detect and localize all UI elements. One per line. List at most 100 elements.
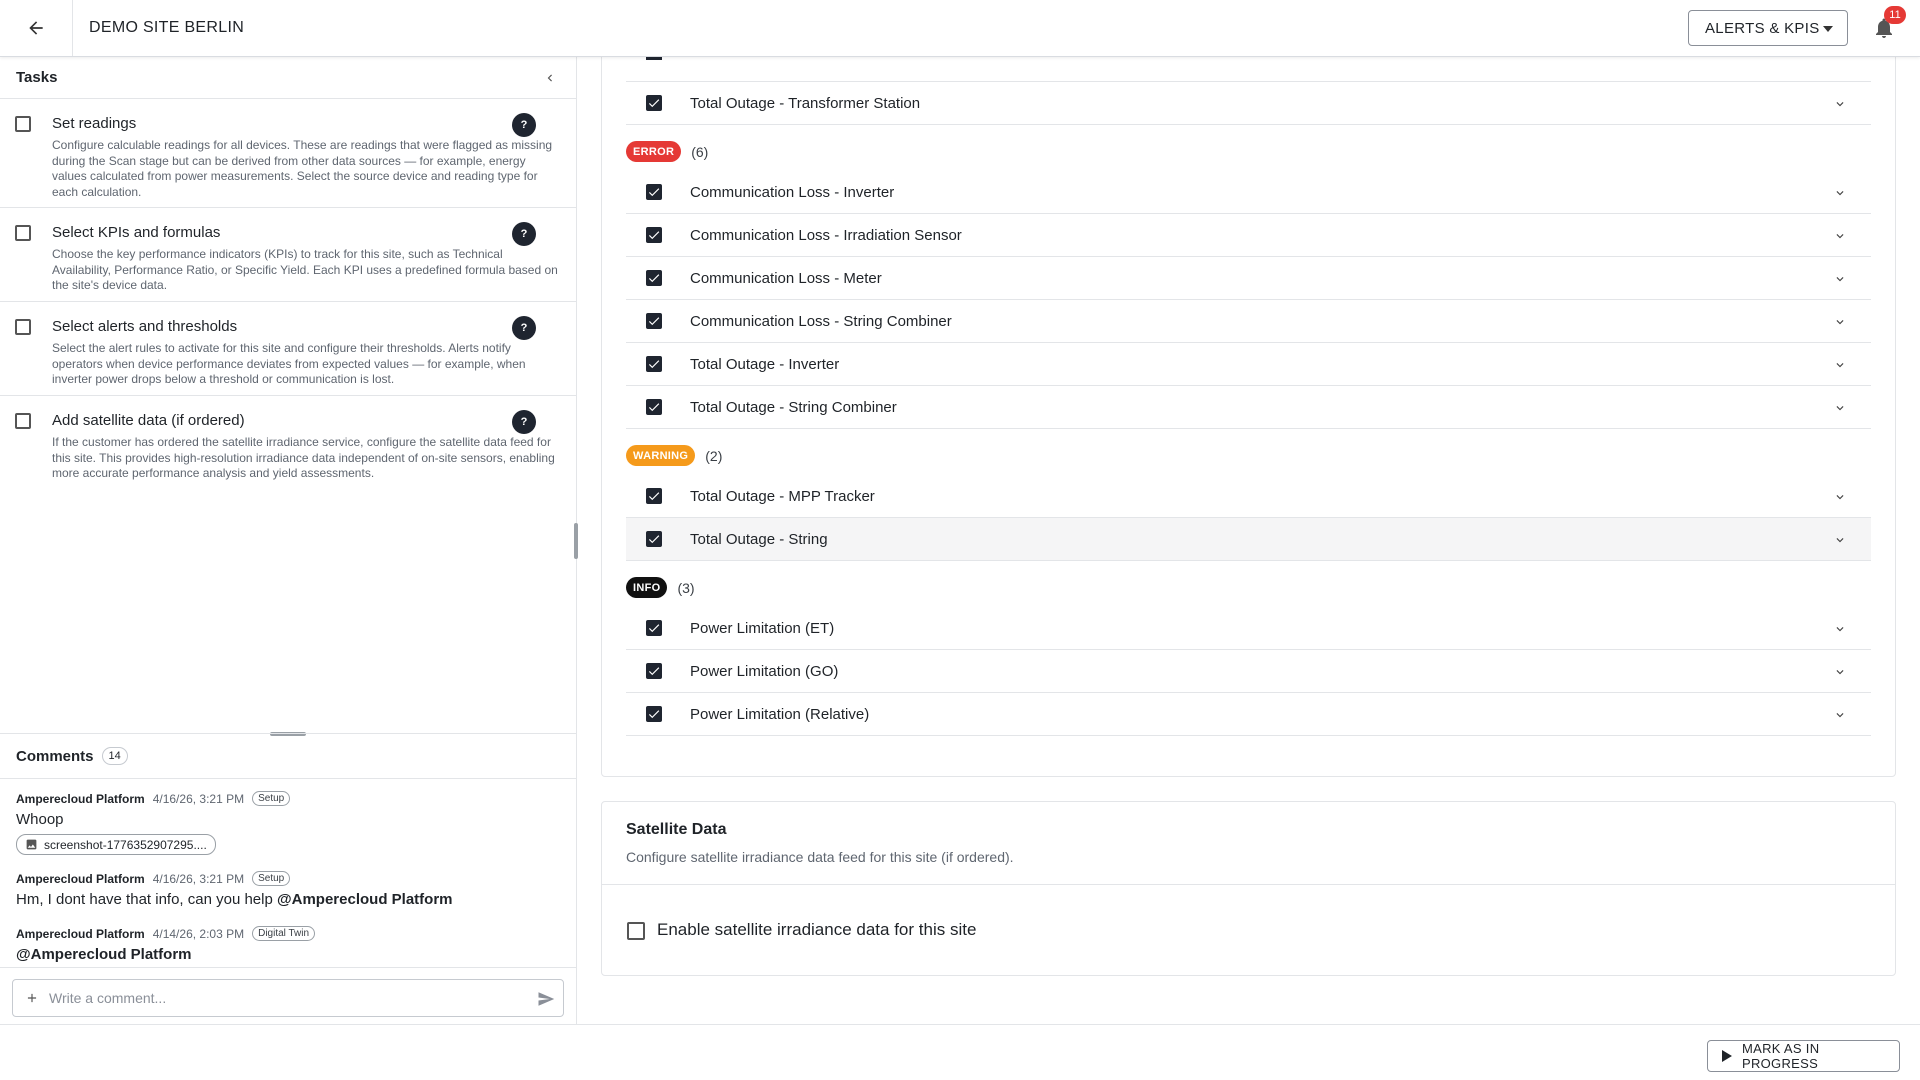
- alert-row[interactable]: Communication Loss - Inverter: [626, 171, 1871, 214]
- plus-icon[interactable]: [25, 991, 39, 1005]
- chevron-down-icon[interactable]: [1833, 315, 1847, 329]
- alert-row[interactable]: Total Outage - String: [626, 518, 1871, 561]
- chevron-down-icon[interactable]: [1833, 490, 1847, 504]
- checked-checkbox[interactable]: [646, 313, 662, 329]
- alert-row[interactable]: Communication Loss - Irradiation Sensor: [626, 214, 1871, 257]
- help-icon[interactable]: ?: [512, 113, 536, 137]
- alert-row[interactable]: Total Outage - Inverter: [626, 343, 1871, 386]
- checked-checkbox[interactable]: [646, 531, 662, 547]
- alert-label: Communication Loss - Inverter: [690, 183, 895, 201]
- severity-badge-info: INFO: [626, 577, 668, 598]
- comment-text: Hm, I dont have that info, can you help: [16, 891, 277, 908]
- comment-attachment[interactable]: screenshot-1776352907295....: [16, 834, 216, 855]
- severity-count: (6): [691, 143, 709, 160]
- comment-item: Amperecloud Platform 4/16/26, 3:21 PM Se…: [16, 871, 566, 908]
- task-checkbox[interactable]: [15, 225, 31, 241]
- help-icon[interactable]: ?: [512, 316, 536, 340]
- severity-group-header: WARNING (2): [626, 445, 722, 466]
- alert-row[interactable]: Total Outage - Transformer Station: [626, 82, 1871, 125]
- task-title: Add satellite data (if ordered): [52, 412, 245, 429]
- severity-badge-error: ERROR: [626, 141, 682, 162]
- alert-label: Power Limitation (GO): [690, 662, 839, 680]
- severity-group-header: ERROR (6): [626, 141, 708, 162]
- chevron-down-icon[interactable]: [1833, 533, 1847, 547]
- alert-row[interactable]: Communication Loss - Meter: [626, 257, 1871, 300]
- view-selector-dropdown[interactable]: ALERTS & KPIS: [1688, 10, 1848, 46]
- comment-author: Amperecloud Platform: [16, 791, 145, 806]
- top-header: DEMO SITE BERLIN ALERTS & KPIS 11: [0, 0, 1920, 57]
- image-icon: [26, 839, 37, 850]
- alert-row[interactable]: Power Limitation (Relative): [626, 693, 1871, 736]
- alert-label: Power Limitation (Relative): [690, 705, 870, 723]
- checked-checkbox[interactable]: [646, 620, 662, 636]
- checked-checkbox[interactable]: [646, 488, 662, 504]
- comment-input[interactable]: [49, 990, 519, 1006]
- mark-in-progress-button[interactable]: MARK AS IN PROGRESS: [1707, 1040, 1900, 1072]
- task-item: Select KPIs and formulas Choose the key …: [0, 208, 576, 302]
- severity-count: (2): [705, 447, 723, 464]
- chevron-down-icon[interactable]: [1833, 186, 1847, 200]
- chevron-down-icon[interactable]: [1833, 665, 1847, 679]
- horizontal-resize-handle[interactable]: [574, 523, 578, 559]
- collapse-panel-button[interactable]: [540, 68, 560, 88]
- task-description: Configure calculable readings for all de…: [52, 138, 553, 199]
- comment-mention[interactable]: @Amperecloud Platform: [277, 891, 453, 908]
- checked-checkbox[interactable]: [646, 184, 662, 200]
- comment-input-box: [12, 979, 564, 1017]
- back-button[interactable]: [0, 0, 73, 56]
- checked-checkbox[interactable]: [646, 227, 662, 243]
- alert-row[interactable]: Power Limitation (GO): [626, 650, 1871, 693]
- chevron-left-icon: [547, 74, 552, 81]
- chevron-down-icon[interactable]: [1833, 358, 1847, 372]
- severity-count: (3): [677, 579, 695, 596]
- alert-row[interactable]: Total Outage - String Combiner: [626, 386, 1871, 429]
- send-icon[interactable]: [537, 990, 555, 1008]
- comment-author: Amperecloud Platform: [16, 871, 145, 886]
- help-icon[interactable]: ?: [512, 410, 536, 434]
- alert-row[interactable]: Communication Loss - String Combiner: [626, 300, 1871, 343]
- attachment-filename: screenshot-1776352907295....: [44, 837, 207, 852]
- task-item: Select alerts and thresholds Select the …: [0, 302, 576, 396]
- notification-badge: 11: [1884, 6, 1906, 24]
- chevron-down-icon[interactable]: [1833, 401, 1847, 415]
- chevron-down-icon[interactable]: [1833, 622, 1847, 636]
- alert-label: Total Outage - Inverter: [690, 355, 840, 373]
- alert-label: Total Outage - String Combiner: [690, 398, 897, 416]
- arrow-left-icon: [29, 21, 43, 35]
- checked-checkbox[interactable]: [646, 356, 662, 372]
- comment-time: 4/16/26, 3:21 PM: [152, 791, 245, 806]
- task-checkbox[interactable]: [15, 413, 31, 429]
- help-icon[interactable]: ?: [512, 222, 536, 246]
- comment-stage-tag: Digital Twin: [252, 926, 316, 941]
- alert-row[interactable]: Power Limitation (ET): [626, 607, 1871, 650]
- satellite-enable-label[interactable]: Enable satellite irradiance data for thi…: [657, 920, 976, 940]
- checked-checkbox[interactable]: [646, 663, 662, 679]
- footer-bar: MARK AS IN PROGRESS: [0, 1024, 1920, 1080]
- satellite-title: Satellite Data: [626, 821, 727, 838]
- task-title: Set readings: [52, 115, 137, 132]
- chevron-down-icon[interactable]: [1833, 272, 1847, 286]
- alert-label: Communication Loss - Meter: [690, 269, 882, 287]
- tasks-header: Tasks: [0, 57, 576, 99]
- alert-row[interactable]: Total Outage - MPP Tracker: [626, 475, 1871, 518]
- task-title: Select KPIs and formulas: [52, 224, 221, 241]
- chevron-down-icon[interactable]: [1833, 97, 1847, 111]
- divider: [601, 884, 1896, 885]
- chevron-down-icon[interactable]: [1833, 708, 1847, 722]
- checked-checkbox[interactable]: [646, 270, 662, 286]
- checked-checkbox[interactable]: [646, 399, 662, 415]
- comment-mention[interactable]: @Amperecloud Platform: [16, 946, 192, 963]
- comment-body: @Amperecloud Platform: [16, 946, 566, 963]
- play-icon: [1722, 1050, 1732, 1062]
- task-item: Set readings Configure calculable readin…: [0, 99, 576, 208]
- comment-body: Hm, I dont have that info, can you help …: [16, 891, 566, 908]
- satellite-enable-checkbox[interactable]: [627, 922, 645, 940]
- task-checkbox[interactable]: [15, 319, 31, 335]
- divider: [0, 967, 576, 968]
- task-checkbox[interactable]: [15, 116, 31, 132]
- comments-count-badge: 14: [101, 747, 128, 765]
- chevron-down-icon[interactable]: [1833, 229, 1847, 243]
- checked-checkbox[interactable]: [646, 95, 662, 111]
- comment-meta: Amperecloud Platform 4/16/26, 3:21 PM Se…: [16, 791, 566, 806]
- checked-checkbox[interactable]: [646, 706, 662, 722]
